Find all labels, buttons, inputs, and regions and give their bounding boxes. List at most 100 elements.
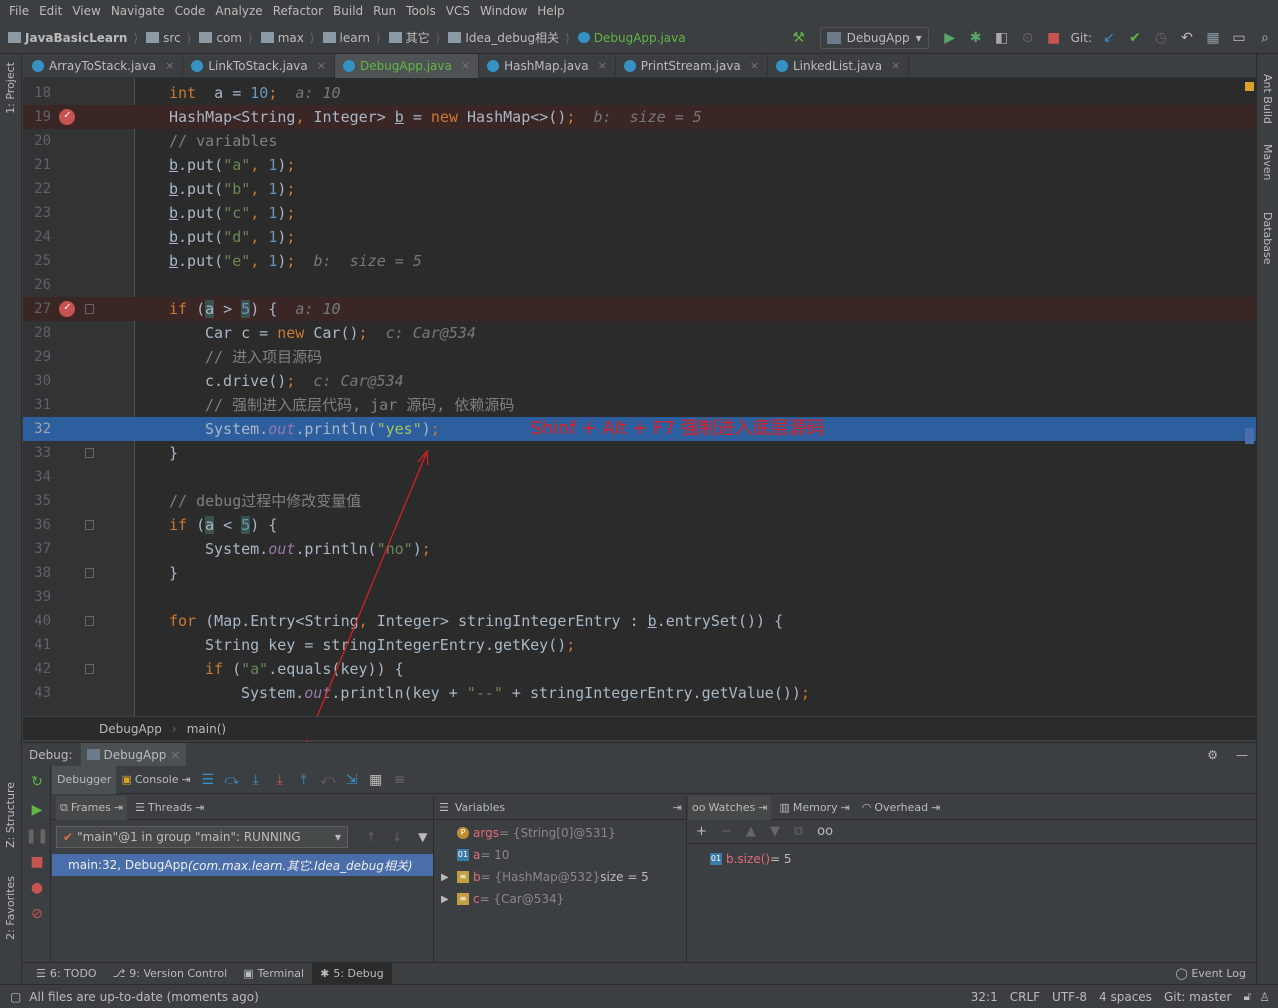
tool-tab-debug[interactable]: ✱ 5: Debug <box>312 962 392 985</box>
tab-hashmap[interactable]: HashMap.java × <box>479 53 616 78</box>
menu-tools[interactable]: Tools <box>401 4 441 18</box>
database-tool-button[interactable]: Database <box>1261 212 1274 265</box>
code-line[interactable]: 20 // variables <box>23 129 1256 153</box>
structure-tool-button[interactable]: Z: Structure <box>4 782 17 848</box>
current-execution-line[interactable]: 32 System.out.println("yes"); Shinf + Alt… <box>23 417 1256 441</box>
trace-icon[interactable]: ≡ <box>388 768 412 792</box>
git-branch[interactable]: Git: master <box>1164 990 1232 1004</box>
step-out-icon[interactable]: ⤒ <box>292 768 316 792</box>
tab-debugger[interactable]: Debugger <box>52 765 117 794</box>
run-config-dropdown[interactable]: DebugApp ▾ <box>819 26 929 49</box>
code-line[interactable]: 29 // 进入项目源码 <box>23 345 1256 369</box>
code-line[interactable]: 21 b.put("a", 1); <box>23 153 1256 177</box>
arrow-down-icon[interactable]: ↓ <box>392 830 402 844</box>
menu-refactor[interactable]: Refactor <box>268 4 328 18</box>
variable-item[interactable]: Pargs = {String[0]@531} <box>435 822 686 844</box>
step-over-icon[interactable]: ⤼ <box>220 768 244 792</box>
expand-arrow-icon[interactable]: ▶ <box>441 894 453 905</box>
pin-icon[interactable]: ⇥ <box>673 801 682 814</box>
breadcrumb-item[interactable]: learn ⟩ <box>322 31 381 45</box>
coverage-icon[interactable]: ◧ <box>992 28 1012 48</box>
code-line[interactable]: 24 b.put("d", 1); <box>23 225 1256 249</box>
tool-tab-version-control[interactable]: ⎇ 9: Version Control <box>105 963 236 985</box>
code-line[interactable]: 36 if (a < 5) { <box>23 513 1256 537</box>
close-icon[interactable]: × <box>750 59 759 72</box>
fold-marker-icon[interactable] <box>85 520 94 530</box>
tab-console[interactable]: ▣ Console ⇥ <box>116 766 195 794</box>
project-structure-icon[interactable]: ▦ <box>1203 28 1223 48</box>
code-line[interactable]: 31 // 强制进入底层代码, jar 源码, 依赖源码 <box>23 393 1256 417</box>
breadcrumb-item[interactable]: DebugApp.java <box>577 31 686 45</box>
git-history-icon[interactable]: ◷ <box>1151 28 1171 48</box>
close-icon[interactable]: × <box>891 59 900 72</box>
move-down-icon[interactable]: ▼ <box>770 824 780 839</box>
force-step-into-icon[interactable]: ⤓ <box>268 768 292 792</box>
code-line[interactable]: 28 Car c = new Car(); c: Car@534 <box>23 321 1256 345</box>
breadcrumb-item[interactable]: Idea_debug相关 ⟩ <box>448 29 570 46</box>
tool-tab-terminal[interactable]: ▣ Terminal <box>235 963 312 985</box>
stop-icon[interactable]: ■ <box>25 850 49 874</box>
git-rollback-icon[interactable]: ↶ <box>1177 28 1197 48</box>
breadcrumb-item[interactable]: src ⟩ <box>146 31 191 45</box>
maven-tool-button[interactable]: Maven <box>1261 144 1274 180</box>
menu-view[interactable]: View <box>67 4 105 18</box>
remove-watch-icon[interactable]: − <box>721 824 732 839</box>
minimize-icon[interactable]: — <box>1236 748 1248 762</box>
fold-marker-icon[interactable] <box>85 616 94 626</box>
terminal-icon[interactable]: ▭ <box>1229 28 1249 48</box>
breadcrumb-item[interactable]: com ⟩ <box>199 31 253 45</box>
menu-edit[interactable]: Edit <box>34 4 67 18</box>
variable-item[interactable]: ▶ ≡ c = {Car@534} <box>435 888 686 910</box>
menu-help[interactable]: Help <box>532 4 569 18</box>
resume-icon[interactable]: ▶ <box>25 798 49 822</box>
breakpoint-icon[interactable] <box>59 103 75 127</box>
fold-marker-icon[interactable] <box>85 304 94 314</box>
tab-memory[interactable]: ▥ Memory ⇥ <box>775 796 853 820</box>
code-line[interactable]: 40 for (Map.Entry<String, Integer> string… <box>23 609 1256 633</box>
show-execution-point-icon[interactable]: ☰ <box>196 768 220 792</box>
code-line[interactable]: 30 c.drive(); c: Car@534 <box>23 369 1256 393</box>
menu-vcs[interactable]: VCS <box>441 4 475 18</box>
search-icon[interactable]: ⌕ <box>1255 28 1275 48</box>
thread-dropdown[interactable]: ✔ "main"@1 in group "main": RUNNING ▾ <box>56 826 348 848</box>
code-line[interactable]: 26 <box>23 273 1256 297</box>
close-icon[interactable]: × <box>317 59 326 72</box>
frame-item[interactable]: main:32, DebugApp (com.max.learn.其它.Idea… <box>52 854 433 876</box>
inspector-icon[interactable]: ♙ <box>1259 990 1270 1004</box>
lock-icon[interactable]: 🔓︎ <box>1243 989 1251 1004</box>
crumb-class[interactable]: DebugApp <box>99 722 162 736</box>
rerun-icon[interactable]: ↻ <box>25 770 49 794</box>
mute-breakpoints-icon[interactable]: ⊘ <box>25 902 49 926</box>
close-icon[interactable]: × <box>461 59 470 72</box>
drop-frame-icon[interactable]: ⤺ <box>316 768 340 792</box>
code-line[interactable]: 41 String key = stringIntegerEntry.getKey… <box>23 633 1256 657</box>
close-icon[interactable]: × <box>598 59 607 72</box>
status-icon[interactable]: ▢ <box>10 990 21 1004</box>
code-line[interactable]: 27 if (a > 5) { a: 10 <box>23 295 1256 321</box>
pause-icon[interactable]: ❚❚ <box>25 824 49 848</box>
code-line[interactable]: 39 <box>23 585 1256 609</box>
git-commit-icon[interactable]: ✔ <box>1125 28 1145 48</box>
menu-code[interactable]: Code <box>170 4 211 18</box>
code-line[interactable]: 19 HashMap<String, Integer> b = new HashM… <box>23 103 1256 129</box>
debug-session-tab[interactable]: DebugApp × <box>80 742 187 767</box>
tab-printstream[interactable]: PrintStream.java × <box>616 53 768 78</box>
editor-scrollbar[interactable] <box>1245 78 1256 716</box>
code-line[interactable]: 42 if ("a".equals(key)) { <box>23 657 1256 681</box>
breadcrumb-item[interactable]: 其它 ⟩ <box>388 29 440 46</box>
menu-file[interactable]: File <box>4 4 34 18</box>
gear-icon[interactable]: ⚙ <box>1207 748 1218 762</box>
menu-navigate[interactable]: Navigate <box>106 4 170 18</box>
build-hammer-icon[interactable]: ⚒ <box>789 28 809 48</box>
file-encoding[interactable]: UTF-8 <box>1052 990 1087 1004</box>
project-tool-button[interactable]: 1: Project <box>4 62 17 114</box>
indent-setting[interactable]: 4 spaces <box>1099 990 1152 1004</box>
expand-arrow-icon[interactable]: ▶ <box>441 872 453 883</box>
code-editor[interactable]: 17// 进入断点18int a = 10; a: 1019HashMap<St… <box>23 78 1256 716</box>
caret-position[interactable]: 32:1 <box>971 990 998 1004</box>
duplicate-icon[interactable]: ⧉ <box>794 824 803 839</box>
tab-threads[interactable]: ☰ Threads ⇥ <box>131 796 208 820</box>
breakpoint-icon[interactable] <box>59 295 75 319</box>
watch-item[interactable]: 01 b.size() = 5 <box>704 848 1256 870</box>
tab-linkedlist[interactable]: LinkedList.java × <box>768 53 910 78</box>
